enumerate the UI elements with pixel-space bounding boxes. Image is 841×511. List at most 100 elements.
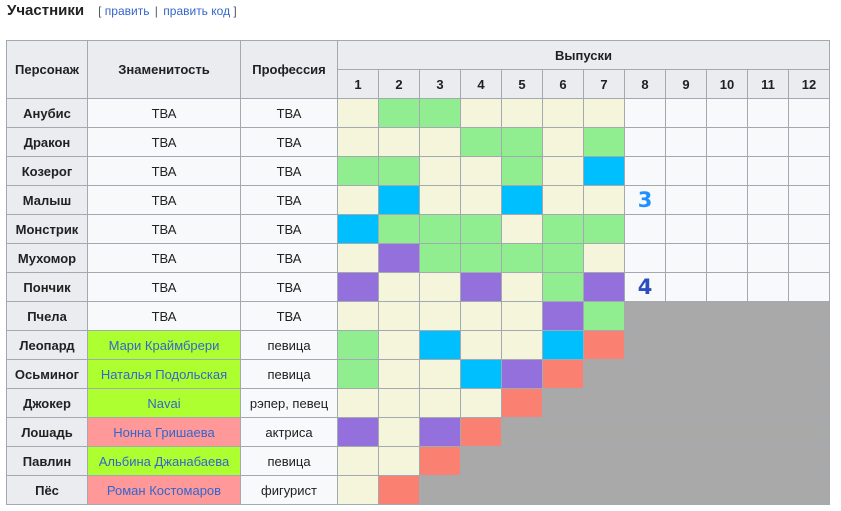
episode-cell <box>583 330 625 360</box>
profession-cell: ТВА <box>240 98 338 128</box>
celebrity-cell: Нонна Гришаева <box>87 417 241 447</box>
episode-cell <box>583 98 625 128</box>
edit-code-link[interactable]: править код <box>163 4 230 18</box>
table-row: Дракон ТВА ТВА <box>6 127 830 157</box>
episode-cell <box>460 301 502 331</box>
participants-table: Персонаж Знаменитость Профессия Выпуски … <box>6 40 830 505</box>
episode-cell <box>378 185 420 215</box>
episode-cell <box>788 272 830 302</box>
episode-cell <box>337 417 379 447</box>
episode-cell <box>378 359 420 389</box>
episode-cell <box>624 98 666 128</box>
celebrity-link[interactable]: Нонна Гришаева <box>113 425 215 440</box>
eliminated-cell <box>542 388 830 418</box>
episode-cell <box>460 417 502 447</box>
celebrity-cell: ТВА <box>87 301 241 331</box>
episode-cell <box>501 359 543 389</box>
episode-cell <box>337 156 379 186</box>
profession-cell: ТВА <box>240 243 338 273</box>
episode-cell <box>460 388 502 418</box>
celebrity-cell: Альбина Джанабаева <box>87 446 241 476</box>
episode-cell <box>788 156 830 186</box>
table-row: Павлин Альбина Джанабаева певица <box>6 446 830 476</box>
header-profession: Профессия <box>240 40 338 99</box>
episode-cell <box>706 272 748 302</box>
episode-number-9: 9 <box>665 69 707 99</box>
episode-cell <box>501 98 543 128</box>
character-name: Анубис <box>6 98 88 128</box>
episode-cell <box>378 214 420 244</box>
table-row: Монстрик ТВА ТВА <box>6 214 830 244</box>
episode-cell <box>501 156 543 186</box>
table-row: Лошадь Нонна Гришаева актриса <box>6 417 830 447</box>
episode-number-10: 10 <box>706 69 748 99</box>
episode-cell <box>460 185 502 215</box>
edit-link[interactable]: править <box>105 4 150 18</box>
celebrity-link[interactable]: Роман Костомаров <box>107 483 221 498</box>
episode-cell <box>583 301 625 331</box>
episode-cell <box>501 243 543 273</box>
episode-cell <box>542 359 584 389</box>
section-header: Участники [ править | править код ] <box>7 2 237 26</box>
episode-cell <box>788 185 830 215</box>
episode-cell <box>706 127 748 157</box>
celebrity-cell: ТВА <box>87 214 241 244</box>
episode-cell <box>337 185 379 215</box>
episode-cell <box>747 243 789 273</box>
episode-cell <box>460 243 502 273</box>
episode-cell <box>501 330 543 360</box>
celebrity-link[interactable]: Мари Краймбрери <box>109 338 220 353</box>
table-row: Анубис ТВА ТВА <box>6 98 830 128</box>
celebrity-cell: ТВА <box>87 156 241 186</box>
celebrity-link[interactable]: Наталья Подольская <box>101 367 227 382</box>
profession-cell: ТВА <box>240 301 338 331</box>
celebrity-link[interactable]: Альбина Джанабаева <box>99 454 230 469</box>
character-name: Пёс <box>6 475 88 505</box>
episode-cell <box>501 214 543 244</box>
episode-cell <box>378 272 420 302</box>
episode-cell <box>337 330 379 360</box>
episode-cell <box>460 156 502 186</box>
episode-cell <box>665 98 707 128</box>
eliminated-cell <box>501 417 830 447</box>
eliminated-cell <box>583 359 830 389</box>
eliminated-cell <box>419 475 830 505</box>
episode-cell <box>460 359 502 389</box>
episode-cell <box>378 156 420 186</box>
episode-cell <box>788 214 830 244</box>
episode-cell <box>419 330 461 360</box>
episode-cell <box>460 214 502 244</box>
celebrity-cell: Роман Костомаров <box>87 475 241 505</box>
episode-cell <box>337 359 379 389</box>
episode-cell <box>337 475 379 505</box>
profession-cell: ТВА <box>240 272 338 302</box>
episode-cell <box>501 127 543 157</box>
header-episodes: Выпуски <box>337 40 830 70</box>
episode-cell <box>460 272 502 302</box>
episode-cell <box>419 185 461 215</box>
episode-cell <box>583 272 625 302</box>
eliminated-cell <box>460 446 830 476</box>
episode-cell <box>542 214 584 244</box>
episode-cell <box>583 243 625 273</box>
episode-cell <box>542 185 584 215</box>
profession-cell: ТВА <box>240 127 338 157</box>
celebrity-cell: ТВА <box>87 98 241 128</box>
eliminated-cell <box>624 301 830 331</box>
episode-cell <box>706 243 748 273</box>
episode-cell <box>542 156 584 186</box>
episode-cell <box>378 243 420 273</box>
episode-cell <box>419 98 461 128</box>
episode-cell <box>419 301 461 331</box>
character-name: Лошадь <box>6 417 88 447</box>
episode-cell <box>665 185 707 215</box>
episode-cell <box>378 475 420 505</box>
episode-cell <box>624 127 666 157</box>
table-row: Козерог ТВА ТВА <box>6 156 830 186</box>
episode-cell <box>419 214 461 244</box>
header-character: Персонаж <box>6 40 88 99</box>
episode-cell <box>501 388 543 418</box>
celebrity-link[interactable]: Navai <box>147 396 180 411</box>
profession-cell: актриса <box>240 417 338 447</box>
table-body: Анубис ТВА ТВА Дракон ТВА ТВА Козерог ТВА ТВА Мал… <box>6 98 830 505</box>
